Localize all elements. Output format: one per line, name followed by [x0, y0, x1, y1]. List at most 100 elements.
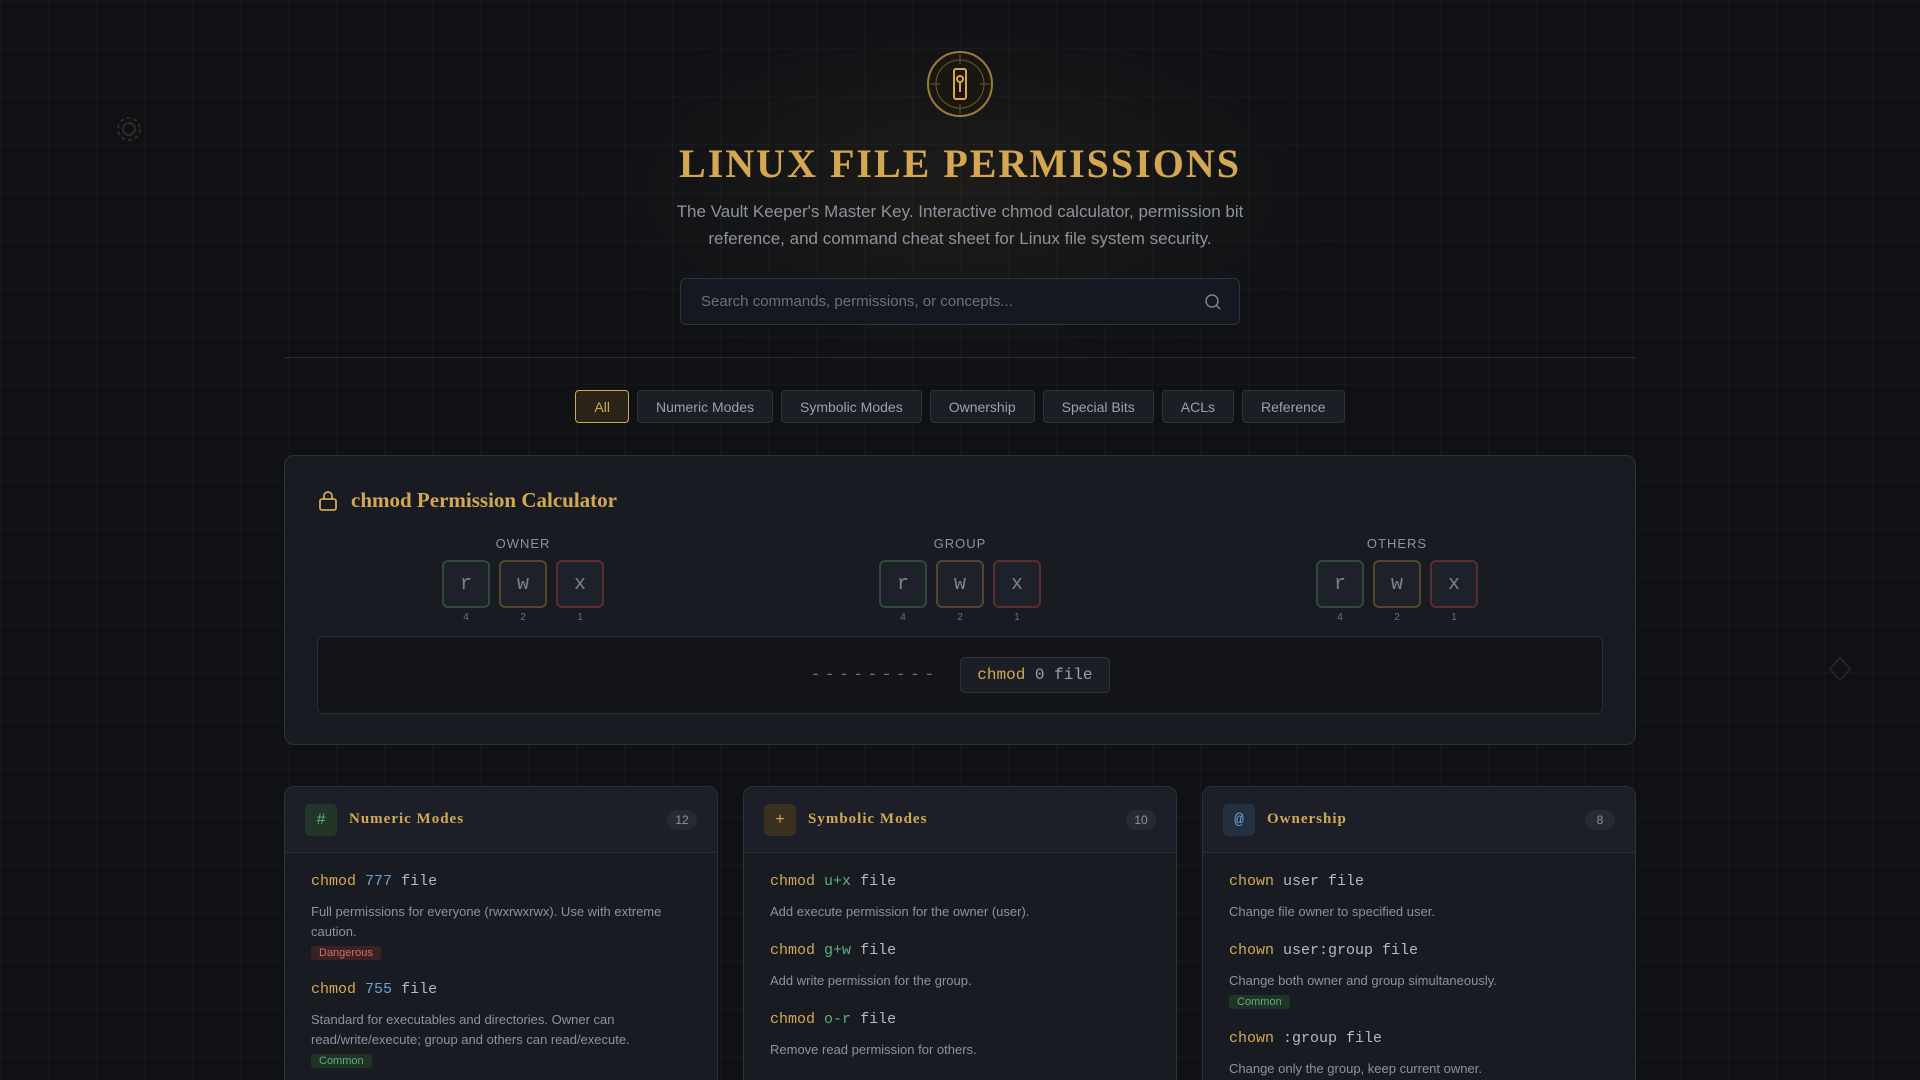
calculator-title: chmod Permission Calculator [351, 488, 617, 512]
command-description: Change only the group, keep current owne… [1229, 1061, 1482, 1076]
others-label: OTHERS [1366, 536, 1428, 551]
owner-execute-value: 1 [577, 612, 583, 623]
page-subtitle: The Vault Keeper's Master Key. Interacti… [676, 202, 1244, 248]
group-execute-value: 1 [1014, 612, 1020, 623]
tab-special-bits[interactable]: Special Bits [1042, 390, 1154, 423]
group-label: GROUP [933, 536, 987, 551]
tab-ownership[interactable]: Ownership [929, 390, 1035, 423]
list-item[interactable]: chmod u+x file Add execute permission fo… [770, 873, 1150, 922]
command-arg: user file [1283, 873, 1365, 890]
others-execute-value: 1 [1451, 612, 1457, 623]
command-keyword: chmod [770, 1011, 816, 1028]
tab-acls[interactable]: ACLs [1161, 390, 1234, 423]
owner-read-value: 4 [463, 612, 469, 623]
card-header[interactable]: # Numeric Modes 12 [285, 787, 717, 853]
symbolic-modes-card: + Symbolic Modes 10 chmod u+x file Add e… [743, 786, 1177, 1080]
command-arg: g+w [824, 942, 852, 959]
command-arg: u+x [824, 873, 852, 890]
hash-icon: # [305, 803, 337, 836]
command-target: file [860, 1011, 897, 1028]
command-target: file [401, 873, 438, 890]
group-write-toggle[interactable]: w [936, 560, 984, 608]
owner-label: OWNER [495, 536, 551, 551]
search-icon[interactable] [1203, 292, 1223, 312]
command-arg: :group file [1283, 1030, 1383, 1047]
owner-read-toggle[interactable]: r [442, 560, 490, 608]
group-read-toggle[interactable]: r [879, 560, 927, 608]
command-target: file [860, 873, 897, 890]
at-sign-icon: @ [1223, 803, 1255, 836]
calculator-header: chmod Permission Calculator [317, 488, 617, 513]
command-description: Remove read permission for others. [770, 1042, 977, 1057]
numeric-modes-card: # Numeric Modes 12 chmod 777 file Full p… [284, 786, 718, 1080]
calculator-result: --------- chmod 0 file [317, 636, 1603, 714]
others-write-toggle[interactable]: w [1373, 560, 1421, 608]
page-title: LINUX FILE PERMISSIONS [679, 141, 1241, 186]
owner-write-toggle[interactable]: w [499, 560, 547, 608]
others-execute-toggle[interactable]: x [1430, 560, 1478, 608]
card-header[interactable]: + Symbolic Modes 10 [744, 787, 1176, 853]
search-input[interactable] [681, 279, 1239, 324]
group-write-value: 2 [957, 612, 963, 623]
command-arg: user:group file [1283, 942, 1419, 959]
command-description: Change both owner and group simultaneous… [1229, 973, 1497, 988]
others-read-value: 4 [1337, 612, 1343, 623]
plus-icon: + [764, 803, 796, 836]
list-item[interactable]: chmod 755 file Standard for executables … [311, 981, 691, 1069]
command-target: file [401, 981, 438, 998]
command-arg: o-r [824, 1011, 852, 1028]
list-item[interactable]: chmod g+w file Add write permission for … [770, 942, 1150, 991]
list-item[interactable]: chmod 777 file Full permissions for ever… [311, 873, 691, 961]
card-count-badge: 8 [1585, 809, 1615, 830]
owner-write-value: 2 [520, 612, 526, 623]
tab-numeric-modes[interactable]: Numeric Modes [636, 390, 773, 423]
symbolic-permission-string: --------- [810, 665, 939, 685]
command-keyword: chmod [770, 942, 816, 959]
card-header[interactable]: @ Ownership 8 [1203, 787, 1635, 853]
others-read-toggle[interactable]: r [1316, 560, 1364, 608]
card-title: Ownership [1267, 811, 1347, 827]
command-keyword: chmod [311, 873, 357, 890]
command-arg: 777 [365, 873, 393, 890]
command-arg: 755 [365, 981, 393, 998]
card-title: Numeric Modes [349, 811, 465, 827]
list-item[interactable]: chown user:group file Change both owner … [1229, 942, 1609, 1010]
command-keyword: chown [1229, 873, 1275, 890]
category-tabs: All Numeric Modes Symbolic Modes Ownersh… [0, 390, 1920, 423]
command-description: Change file owner to specified user. [1229, 904, 1435, 919]
list-item[interactable]: chown user file Change file owner to spe… [1229, 873, 1609, 922]
tab-reference[interactable]: Reference [1242, 390, 1345, 423]
group-execute-toggle[interactable]: x [993, 560, 1041, 608]
others-permissions: OTHERS r 4 w 2 x 1 [1307, 536, 1487, 623]
tab-all[interactable]: All [575, 390, 629, 423]
ownership-card: @ Ownership 8 chown user file Change fil… [1202, 786, 1636, 1080]
header-divider [284, 357, 1636, 358]
vault-key-logo-icon [927, 51, 993, 117]
command-target: file [1054, 666, 1093, 684]
group-permissions: GROUP r 4 w 2 x 1 [870, 536, 1050, 623]
tab-symbolic-modes[interactable]: Symbolic Modes [780, 390, 922, 423]
command-description: Standard for executables and directories… [311, 1012, 630, 1047]
others-write-value: 2 [1394, 612, 1400, 623]
diamond-icon [1828, 656, 1852, 682]
owner-permissions: OWNER r 4 w 2 x 1 [433, 536, 613, 623]
card-count-badge: 12 [667, 809, 697, 830]
command-target: file [860, 942, 897, 959]
chmod-command-output[interactable]: chmod 0 file [960, 657, 1110, 693]
command-keyword: chown [1229, 942, 1275, 959]
owner-execute-toggle[interactable]: x [556, 560, 604, 608]
list-item[interactable]: chown :group file Change only the group,… [1229, 1030, 1609, 1079]
list-item[interactable]: chmod o-r file Remove read permission fo… [770, 1011, 1150, 1060]
common-badge: Common [311, 1054, 372, 1068]
command-keyword: chmod [311, 981, 357, 998]
command-keyword: chmod [977, 666, 1026, 684]
command-keyword: chmod [770, 873, 816, 890]
group-read-value: 4 [900, 612, 906, 623]
command-keyword: chown [1229, 1030, 1275, 1047]
command-description: Full permissions for everyone (rwxrwxrwx… [311, 904, 662, 939]
command-description: Add write permission for the group. [770, 973, 972, 988]
card-count-badge: 10 [1126, 809, 1156, 830]
lock-icon [319, 490, 337, 511]
chmod-calculator: chmod Permission Calculator OWNER r 4 w 2 … [284, 455, 1636, 745]
search-bar [680, 278, 1240, 325]
